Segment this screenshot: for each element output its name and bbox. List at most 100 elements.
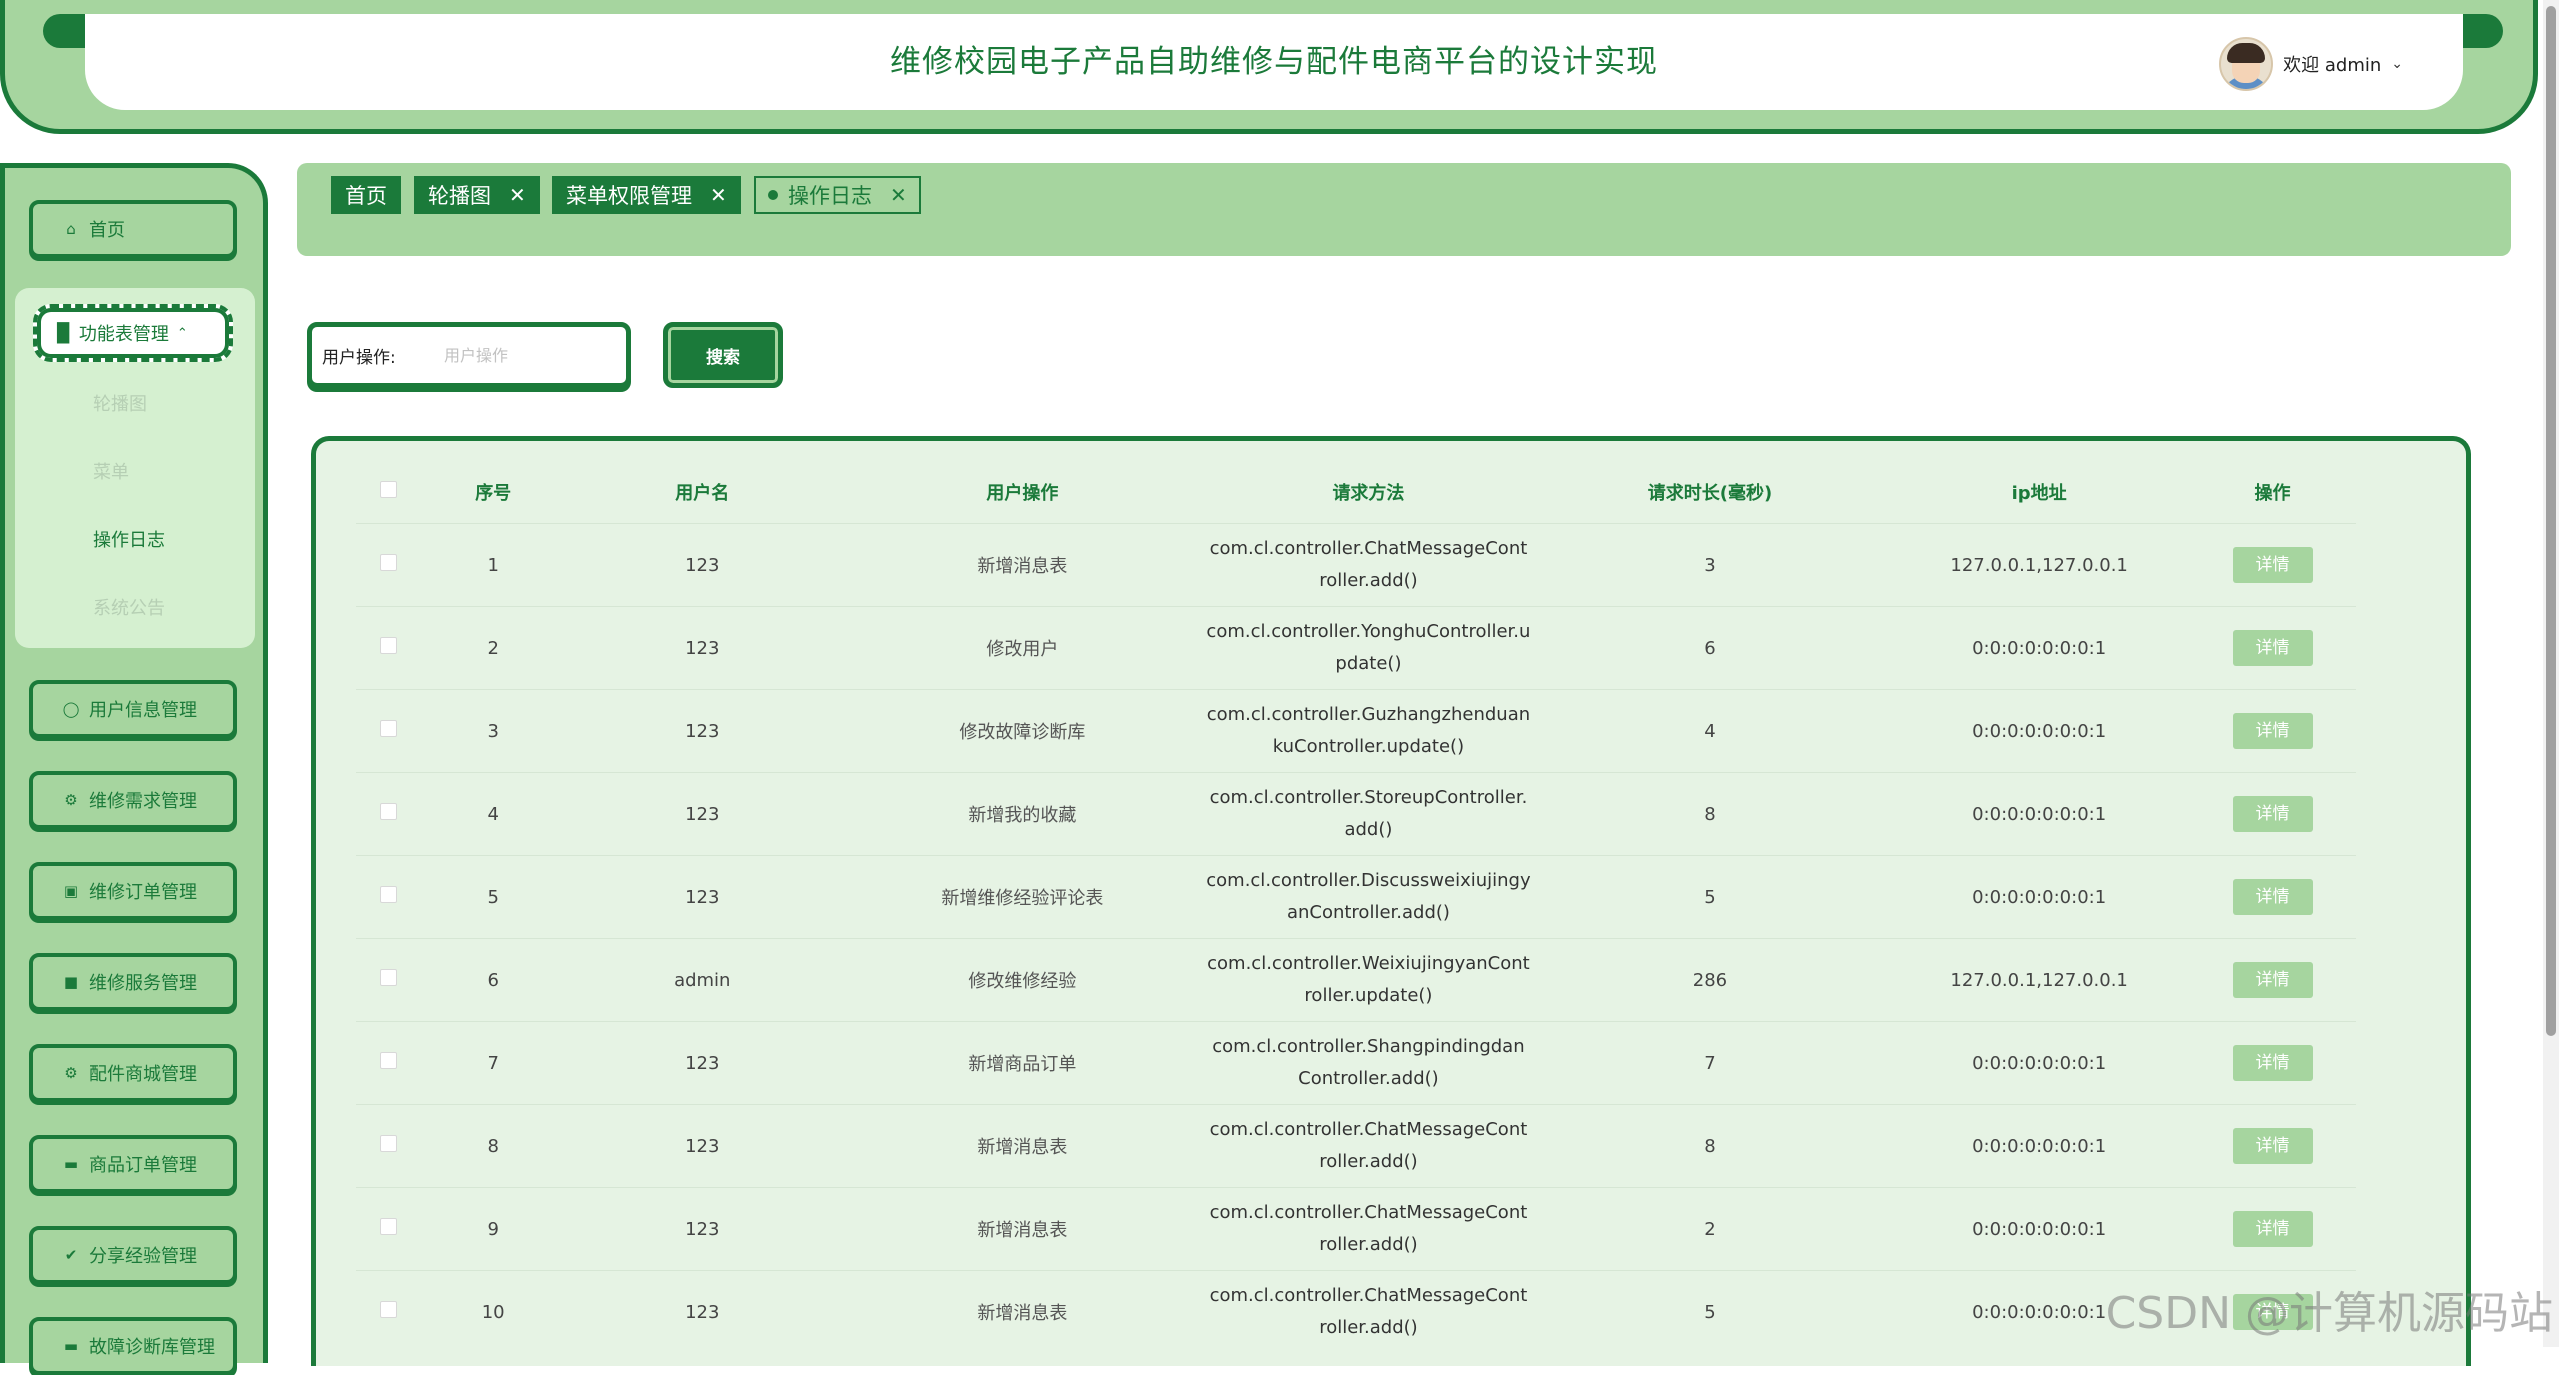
log-table: 序号 用户名 用户操作 请求方法 请求时长(毫秒) ip地址 操作 1 123 新增… — [356, 461, 2356, 1353]
cell-duration: 286 — [1530, 938, 1890, 1022]
user-menu[interactable]: 欢迎 admin ⌄ — [2219, 37, 2403, 91]
detail-button[interactable]: 详情 — [2232, 1128, 2313, 1164]
sidebar-item-fault-diagnosis[interactable]: ▬ 故障诊断库管理 — [29, 1317, 237, 1375]
detail-button[interactable]: 详情 — [2232, 547, 2313, 583]
chevron-down-icon[interactable]: ⌄ — [2391, 56, 2403, 72]
row-checkbox[interactable] — [379, 637, 397, 654]
cell-operation: 新增维修经验评论表 — [838, 855, 1207, 939]
tab-menu-permission[interactable]: 菜单权限管理 ✕ — [552, 176, 741, 214]
sidebar-item-parts-mall[interactable]: ⚙ 配件商城管理 — [29, 1044, 237, 1102]
detail-button[interactable]: 详情 — [2232, 630, 2313, 666]
tab-operation-log[interactable]: 操作日志 ✕ — [754, 176, 921, 214]
cell-duration: 2 — [1530, 1187, 1890, 1271]
cell-ip: 0:0:0:0:0:0:0:1 — [1889, 606, 2189, 690]
cell-method: com.cl.controller.ChatMessageCont roller.… — [1206, 523, 1531, 607]
chip-icon: ⚙ — [64, 1064, 78, 1082]
search-input[interactable] — [442, 344, 616, 366]
sidebar-item-home[interactable]: ⌂ 首页 — [29, 200, 237, 258]
folder-icon: ■ — [63, 973, 79, 991]
row-checkbox[interactable] — [379, 1052, 397, 1069]
gear-icon: ⚙ — [64, 791, 78, 809]
column-header: 请求时长(毫秒) — [1647, 483, 1773, 504]
method-line-1: com.cl.controller.ChatMessageCont — [1209, 1119, 1528, 1140]
cell-user: 123 — [566, 772, 839, 856]
submenu-panel: ▉ 功能表管理 ⌃ 轮播图 菜单 操作日志 系统公告 — [15, 288, 255, 648]
row-checkbox[interactable] — [379, 969, 397, 986]
cell-duration: 7 — [1530, 1021, 1890, 1105]
sidebar-item-repair-order[interactable]: ▣ 维修订单管理 — [29, 862, 237, 920]
cell-duration: 3 — [1530, 523, 1890, 607]
cell-duration: 6 — [1530, 606, 1890, 690]
cell-ip: 127.0.0.1,127.0.0.1 — [1889, 938, 2189, 1022]
cell-user: 123 — [566, 606, 839, 690]
method-line-1: com.cl.controller.WeixiujingyanCont — [1207, 953, 1530, 974]
monitor-icon: ▬ — [63, 1155, 79, 1173]
detail-button[interactable]: 详情 — [2232, 1211, 2313, 1247]
cell-user: 123 — [566, 689, 839, 773]
detail-button[interactable]: 详情 — [2232, 962, 2313, 998]
cell-operation: 新增消息表 — [838, 1104, 1207, 1188]
row-checkbox[interactable] — [379, 720, 397, 737]
row-checkbox[interactable] — [379, 554, 397, 571]
row-checkbox[interactable] — [379, 1135, 397, 1152]
row-checkbox[interactable] — [379, 1301, 397, 1318]
close-icon[interactable]: ✕ — [509, 183, 526, 207]
chart-icon: ▉ — [57, 322, 71, 344]
sidebar-subitem-carousel[interactable]: 轮播图 — [93, 390, 147, 416]
cell-user: 123 — [566, 1187, 839, 1271]
select-all-checkbox[interactable] — [379, 481, 397, 498]
row-checkbox[interactable] — [379, 803, 397, 820]
tab-label: 操作日志 — [788, 184, 872, 208]
detail-button[interactable]: 详情 — [2232, 796, 2313, 832]
sidebar-item-user-info[interactable]: ◯ 用户信息管理 — [29, 680, 237, 738]
table-row: 4 123 新增我的收藏 com.cl.controller.StoreupContr… — [356, 772, 2356, 856]
tab-carousel[interactable]: 轮播图 ✕ — [414, 176, 540, 214]
close-icon[interactable]: ✕ — [890, 183, 907, 207]
table-row: 5 123 新增维修经验评论表 com.cl.controller.Discusswe… — [356, 855, 2356, 939]
cell-no: 8 — [420, 1104, 567, 1188]
avatar[interactable] — [2219, 37, 2274, 91]
watermark: CSDN @计算机源码站 — [2105, 1288, 2553, 1339]
tab-home[interactable]: 首页 — [331, 176, 401, 214]
cell-ip: 0:0:0:0:0:0:0:1 — [1889, 772, 2189, 856]
detail-button[interactable]: 详情 — [2232, 879, 2313, 915]
method-line-2: anController.add() — [1286, 902, 1450, 923]
detail-button[interactable]: 详情 — [2232, 1045, 2313, 1081]
cell-ip: 0:0:0:0:0:0:0:1 — [1889, 1021, 2189, 1105]
method-line-1: com.cl.controller.Discussweixiujingy — [1206, 870, 1531, 891]
scrollbar-thumb[interactable] — [2546, 6, 2556, 1036]
sidebar-item-repair-service[interactable]: ■ 维修服务管理 — [29, 953, 237, 1011]
cell-duration: 5 — [1530, 1270, 1890, 1353]
table-row: 10 123 新增消息表 com.cl.controller.ChatMessageC… — [356, 1270, 2356, 1353]
sidebar-subitem-operation-log[interactable]: 操作日志 — [93, 526, 165, 552]
cell-no: 5 — [420, 855, 567, 939]
close-icon[interactable]: ✕ — [710, 183, 727, 207]
sidebar-group-function-table[interactable]: ▉ 功能表管理 ⌃ — [33, 304, 233, 362]
cell-no: 7 — [420, 1021, 567, 1105]
table-row: 8 123 新增消息表 com.cl.controller.ChatMessageCo… — [356, 1104, 2356, 1188]
scrollbar[interactable] — [2543, 0, 2559, 1347]
sidebar-item-label: 故障诊断库管理 — [89, 1337, 215, 1358]
column-header: 用户操作 — [986, 483, 1059, 504]
sidebar-item-goods-order[interactable]: ▬ 商品订单管理 — [29, 1135, 237, 1193]
cell-method: com.cl.controller.Discussweixiujingy anCo… — [1206, 855, 1531, 939]
detail-button[interactable]: 详情 — [2232, 713, 2313, 749]
method-line-1: com.cl.controller.YonghuController.u — [1206, 621, 1531, 642]
cell-method: com.cl.controller.WeixiujingyanCont rolle… — [1206, 938, 1531, 1022]
sidebar-subitem-announcement[interactable]: 系统公告 — [93, 594, 165, 620]
column-header: 用户名 — [675, 483, 730, 504]
cart-icon: ▣ — [63, 882, 79, 900]
table-row: 1 123 新增消息表 com.cl.controller.ChatMessageCo… — [356, 523, 2356, 607]
search-button[interactable]: 搜索 — [663, 322, 783, 388]
sidebar-item-label: 商品订单管理 — [89, 1155, 197, 1176]
sidebar-item-share-experience[interactable]: ✔ 分享经验管理 — [29, 1226, 237, 1284]
tab-label: 菜单权限管理 — [566, 184, 692, 208]
sidebar-item-label: 维修需求管理 — [89, 791, 197, 812]
sidebar-subitem-menu[interactable]: 菜单 — [93, 458, 129, 484]
cell-duration: 8 — [1530, 1104, 1890, 1188]
sidebar-item-repair-demand[interactable]: ⚙ 维修需求管理 — [29, 771, 237, 829]
tab-label: 轮播图 — [428, 184, 491, 208]
row-checkbox[interactable] — [379, 886, 397, 903]
row-checkbox[interactable] — [379, 1218, 397, 1235]
home-icon: ⌂ — [66, 220, 76, 238]
